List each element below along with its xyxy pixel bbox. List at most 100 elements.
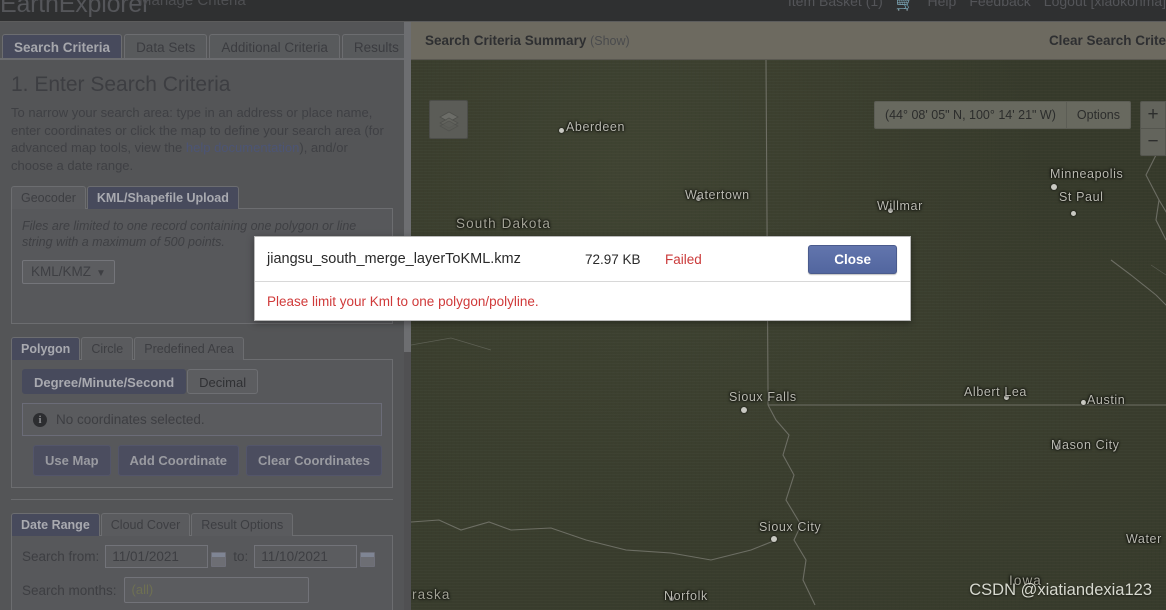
help-documentation-link[interactable]: help documentation [186, 140, 299, 155]
top-header-bar: EarthExplorer Manage Criteria Item Baske… [0, 0, 1166, 22]
calendar-icon-from[interactable] [211, 552, 227, 567]
app-logo[interactable]: EarthExplorer [0, 0, 150, 19]
summary-show-toggle[interactable]: (Show) [590, 34, 630, 48]
tab-geocoder[interactable]: Geocoder [11, 186, 86, 209]
clear-coordinates-button[interactable]: Clear Coordinates [246, 445, 382, 476]
search-months-select[interactable]: (all) [123, 577, 309, 603]
toggle-decimal[interactable]: Decimal [187, 369, 259, 394]
map-layers-button[interactable] [429, 100, 468, 139]
map-label-water: Water [1126, 532, 1162, 546]
clear-search-criteria-link[interactable]: Clear Search Crite [1049, 33, 1166, 48]
top-nav: Item Basket (1) 🛒 Help Feedback Logout [… [788, 0, 1166, 12]
search-months-row: Search months: (all) [22, 577, 382, 603]
map-label-norfolk: Norfolk [664, 589, 708, 603]
tab-result-options[interactable]: Result Options [191, 513, 294, 536]
upload-status-dialog: jiangsu_south_merge_layerToKML.kmz 72.97… [254, 236, 911, 321]
date-tab-bar: Date Range Cloud Cover Result Options [11, 513, 393, 536]
tab-circle[interactable]: Circle [81, 337, 134, 360]
map-label-mason-city: Mason City [1051, 438, 1120, 452]
tab-predefined-area[interactable]: Predefined Area [134, 337, 244, 360]
toggle-degree-minute-second[interactable]: Degree/Minute/Second [22, 369, 187, 394]
map-options-button[interactable]: Options [1067, 102, 1130, 128]
shopping-basket-icon[interactable]: 🛒 [896, 0, 915, 12]
feedback-link[interactable]: Feedback [969, 0, 1030, 9]
coord-format-toggle: Degree/Minute/Second Decimal [22, 369, 382, 394]
search-months-value: (all) [131, 582, 154, 597]
map-label-willmar: Willmar [877, 199, 923, 213]
shape-section: Polygon Circle Predefined Area Degree/Mi… [11, 337, 393, 488]
no-coordinates-text: No coordinates selected. [56, 412, 205, 427]
map-coordinates-display: (44° 08' 05" N, 100° 14' 21" W) [875, 102, 1067, 128]
main-tab-bar: Search Criteria Data Sets Additional Cri… [0, 31, 411, 59]
info-icon: i [33, 412, 47, 427]
calendar-icon-to[interactable] [360, 552, 376, 567]
tab-additional-criteria[interactable]: Additional Criteria [209, 34, 340, 59]
tab-results[interactable]: Results [341, 34, 411, 59]
earthexplorer-app: EarthExplorer Manage Criteria Item Baske… [0, 0, 1166, 610]
map-dot-minneapolis [1051, 184, 1057, 190]
search-from-label: Search from: [22, 549, 100, 564]
coordinate-button-row: Use Map Add Coordinate Clear Coordinates [22, 445, 382, 476]
zoom-in-button[interactable]: + [1141, 102, 1165, 128]
map-label-st-paul: St Paul [1059, 190, 1104, 204]
geo-tab-bar: Geocoder KML/Shapefile Upload [11, 186, 393, 209]
map-label-south-dakota: South Dakota [456, 216, 552, 231]
section-divider [11, 499, 393, 500]
map-label-albert-lea: Albert Lea [964, 385, 1027, 399]
chevron-down-icon: ▼ [96, 268, 106, 279]
search-criteria-summary[interactable]: Search Criteria Summary (Show) [425, 33, 630, 48]
manage-criteria-link[interactable]: Manage Criteria [139, 0, 246, 9]
map-dot-siouxfalls [741, 407, 747, 413]
map-dot-aberdeen [559, 128, 564, 133]
watermark: CSDN @xiatiandexia123 [969, 581, 1152, 599]
tab-polygon[interactable]: Polygon [11, 337, 81, 360]
tab-search-criteria[interactable]: Search Criteria [2, 34, 123, 59]
map-zoom-controls: + − [1140, 101, 1166, 156]
map-label-nebraska-partial: raska [412, 587, 451, 602]
uploaded-filesize: 72.97 KB [585, 251, 641, 267]
map-header-bar: Search Criteria Summary (Show) Clear Sea… [411, 22, 1166, 60]
logout-link[interactable]: Logout [xiaokonma] [1044, 0, 1166, 9]
close-button[interactable]: Close [808, 244, 897, 274]
page-description: To narrow your search area: type in an a… [11, 104, 393, 174]
map-coordinate-bar: (44° 08' 05" N, 100° 14' 21" W) Options [873, 101, 1131, 129]
to-label: to: [233, 549, 249, 564]
map-dot-austin [1081, 400, 1086, 405]
summary-title: Search Criteria Summary [425, 33, 587, 48]
search-from-row: Search from: to: [22, 545, 382, 568]
shape-tab-bar: Polygon Circle Predefined Area [11, 337, 393, 360]
search-from-input[interactable] [105, 545, 209, 568]
map-label-aberdeen: Aberdeen [566, 120, 626, 134]
zoom-out-button[interactable]: − [1141, 129, 1165, 155]
upload-file-row: jiangsu_south_merge_layerToKML.kmz 72.97… [255, 237, 910, 282]
uploaded-filename: jiangsu_south_merge_layerToKML.kmz [267, 251, 521, 267]
map-label-watertown: Watertown [685, 188, 750, 202]
map-canvas[interactable]: Aberdeen South Dakota Watertown Willmar … [411, 60, 1166, 610]
search-months-label: Search months: [22, 582, 117, 598]
page-title: 1. Enter Search Criteria [11, 73, 231, 96]
tab-cloud-cover[interactable]: Cloud Cover [100, 513, 191, 536]
map-dot-siouxcity [771, 536, 777, 542]
no-coordinates-notice: i No coordinates selected. [22, 403, 382, 436]
layers-icon [438, 111, 459, 131]
map-dot-stpaul [1071, 211, 1076, 216]
map-label-austin: Austin [1087, 393, 1126, 407]
date-section: Date Range Cloud Cover Result Options Se… [11, 513, 393, 610]
tab-date-range[interactable]: Date Range [11, 513, 100, 536]
map-label-minneapolis: Minneapolis [1050, 167, 1124, 181]
search-to-input[interactable] [254, 545, 358, 568]
help-link[interactable]: Help [928, 0, 957, 9]
use-map-button[interactable]: Use Map [33, 445, 111, 476]
map-label-sioux-falls: Sioux Falls [729, 390, 797, 404]
search-months-select-wrap: (all) [123, 577, 309, 603]
upload-error-message: Please limit your Kml to one polygon/pol… [267, 293, 539, 309]
tab-kml-shapefile-upload[interactable]: KML/Shapefile Upload [86, 186, 239, 209]
add-coordinate-button[interactable]: Add Coordinate [117, 445, 240, 476]
kml-type-value: KML/KMZ [31, 264, 92, 279]
search-criteria-content: 1. Enter Search Criteria To narrow your … [0, 60, 404, 610]
polygon-panel: Degree/Minute/Second Decimal i No coordi… [11, 359, 393, 488]
item-basket-link[interactable]: Item Basket (1) [788, 0, 883, 9]
kml-type-select[interactable]: KML/KMZ ▼ [22, 260, 115, 284]
upload-status-badge: Failed [665, 251, 702, 267]
tab-data-sets[interactable]: Data Sets [124, 34, 208, 59]
